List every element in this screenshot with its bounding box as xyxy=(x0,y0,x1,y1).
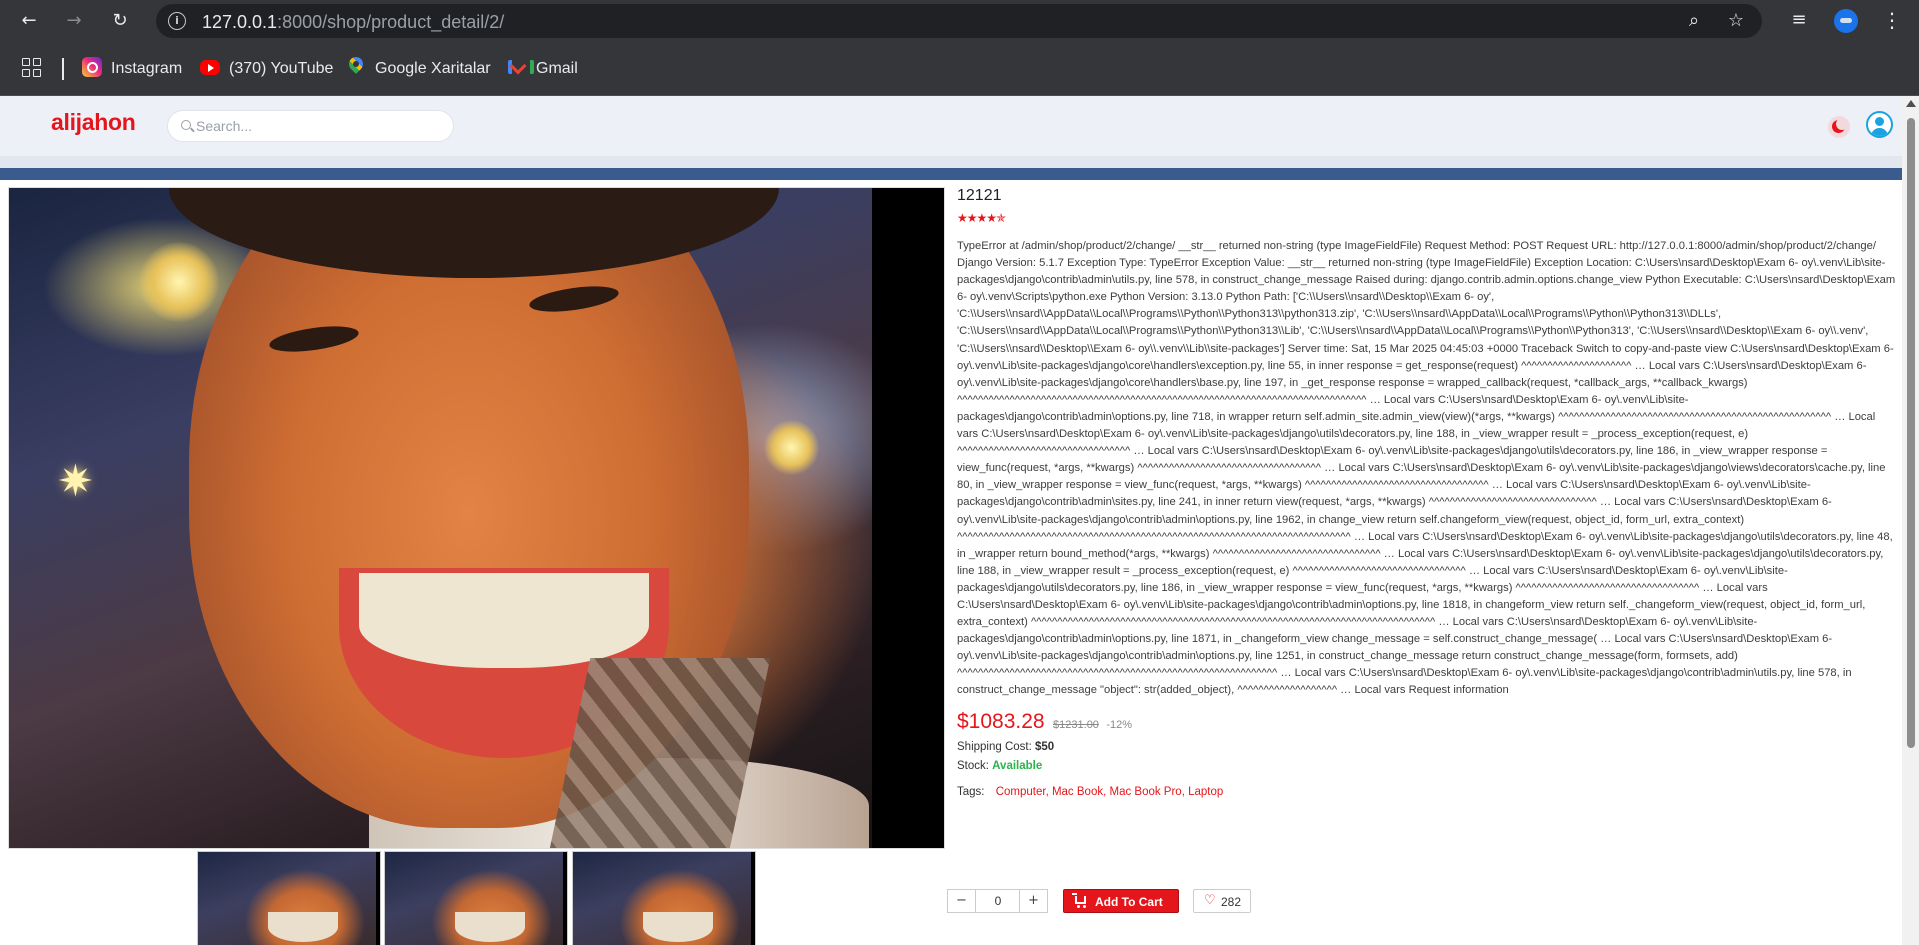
search-input[interactable] xyxy=(196,111,446,141)
product-photo: ✷ xyxy=(9,188,872,848)
discount-badge: -12% xyxy=(1106,718,1133,731)
wishlist-count: 282 xyxy=(1221,895,1242,909)
bookmarks-bar: Instagram (370) YouTube Google Xaritalar… xyxy=(0,42,1919,96)
back-arrow-icon[interactable]: ← xyxy=(13,5,45,37)
bookmark-youtube[interactable]: (370) YouTube xyxy=(200,56,333,82)
reload-icon[interactable]: ↻ xyxy=(104,5,136,37)
product-thumbnail[interactable] xyxy=(197,851,381,945)
url-path: :8000/shop/product_detail/2/ xyxy=(277,12,505,32)
quantity-stepper: − + xyxy=(947,889,1048,913)
tag-link[interactable]: Mac Book xyxy=(1052,786,1103,798)
bookmark-label: Google Xaritalar xyxy=(375,60,491,77)
browser-toolbar: ← → ↻ i 127.0.0.1:8000/shop/product_deta… xyxy=(0,0,1919,42)
bookmark-star-icon[interactable]: ☆ xyxy=(1724,10,1748,34)
youtube-icon xyxy=(200,60,220,75)
thumbnail-image xyxy=(573,852,751,945)
scroll-up-arrow-icon[interactable] xyxy=(1906,100,1916,107)
site-info-icon[interactable]: i xyxy=(168,12,186,30)
thumbnail-image xyxy=(385,852,563,945)
cart-icon xyxy=(1072,893,1086,908)
rating-stars-icon: ★★★★✯ xyxy=(957,211,1006,225)
product-thumbnail[interactable] xyxy=(572,851,756,945)
wishlist-button[interactable]: ♡ 282 xyxy=(1193,889,1251,913)
old-price: $1231.00 xyxy=(1053,718,1099,731)
instagram-icon xyxy=(82,57,102,77)
profile-icon[interactable] xyxy=(1834,9,1858,33)
bookmarks-divider xyxy=(62,58,64,80)
url-host: 127.0.0.1 xyxy=(202,12,278,32)
bookmark-google-maps[interactable]: Google Xaritalar xyxy=(346,56,491,82)
search-icon xyxy=(181,120,191,130)
address-bar[interactable]: i 127.0.0.1:8000/shop/product_detail/2/ … xyxy=(156,4,1762,38)
site-logo[interactable]: alijahon xyxy=(51,109,136,136)
kebab-menu-icon[interactable]: ⋮ xyxy=(1882,6,1902,34)
bookmark-label: (370) YouTube xyxy=(229,60,334,77)
user-account-icon[interactable] xyxy=(1866,111,1893,138)
shipping-value: $50 xyxy=(1035,740,1055,753)
stock-label: Stock: xyxy=(957,759,989,772)
bookmark-label: Instagram xyxy=(111,60,183,77)
site-header: alijahon xyxy=(0,96,1902,156)
add-to-cart-label: Add To Cart xyxy=(1095,895,1163,909)
decoration-light xyxy=(139,242,219,322)
photo-teeth xyxy=(359,573,649,668)
google-maps-icon xyxy=(346,57,366,77)
thumbnail-strip xyxy=(197,851,757,945)
gmail-icon xyxy=(507,57,534,77)
shipping-info: Shipping Cost: $50 xyxy=(957,741,1897,753)
url-text[interactable]: 127.0.0.1:8000/shop/product_detail/2/ xyxy=(202,12,504,33)
product-description: TypeError at /admin/shop/product/2/chang… xyxy=(957,240,1896,697)
navigation-bar xyxy=(0,168,1902,180)
page-scrollbar[interactable] xyxy=(1902,96,1919,945)
price-row: $1083.28 $1231.00 -12% xyxy=(957,710,1897,734)
current-price: $1083.28 xyxy=(957,709,1045,733)
search-box[interactable] xyxy=(167,110,454,142)
bookmark-instagram[interactable]: Instagram xyxy=(82,56,182,82)
stock-info: Stock: Available xyxy=(957,760,1897,772)
tags-label: Tags: xyxy=(957,785,985,798)
heart-icon: ♡ xyxy=(1204,893,1216,908)
tag-link[interactable]: Mac Book Pro xyxy=(1109,786,1181,798)
product-main-image[interactable]: ✷ xyxy=(8,187,945,849)
media-controls-icon[interactable]: ≡ xyxy=(1787,9,1811,33)
add-to-cart-button[interactable]: Add To Cart xyxy=(1063,889,1179,913)
thumbnail-image xyxy=(198,852,376,945)
header-divider xyxy=(0,156,1902,168)
product-thumbnail[interactable] xyxy=(384,851,568,945)
quantity-increase-button[interactable]: + xyxy=(1019,890,1047,912)
bookmark-gmail[interactable]: Gmail xyxy=(507,56,578,82)
tag-link[interactable]: Computer xyxy=(996,786,1046,798)
forward-arrow-icon[interactable]: → xyxy=(58,5,90,37)
page-viewport: alijahon ✷ 12121 ★★★★ xyxy=(0,96,1919,945)
tag-link[interactable]: Laptop xyxy=(1188,786,1223,798)
quantity-input[interactable] xyxy=(977,890,1019,912)
bookmark-label: Gmail xyxy=(536,60,578,77)
star-light-icon: ✷ xyxy=(57,456,94,507)
decoration-light xyxy=(764,420,819,475)
dark-mode-toggle-icon[interactable] xyxy=(1828,116,1850,138)
scrollbar-thumb[interactable] xyxy=(1907,118,1915,748)
product-title: 12121 xyxy=(957,187,1002,204)
stock-value: Available xyxy=(992,759,1043,772)
zoom-icon[interactable]: ⌕ xyxy=(1682,10,1706,34)
apps-grid-icon[interactable] xyxy=(22,58,42,78)
tags-row: Tags: Computer, Mac Book, Mac Book Pro, … xyxy=(957,785,1224,798)
quantity-decrease-button[interactable]: − xyxy=(948,890,976,912)
product-details: 12121 ★★★★✯ TypeError at /admin/shop/pro… xyxy=(957,187,1897,798)
shipping-label: Shipping Cost: xyxy=(957,740,1032,753)
